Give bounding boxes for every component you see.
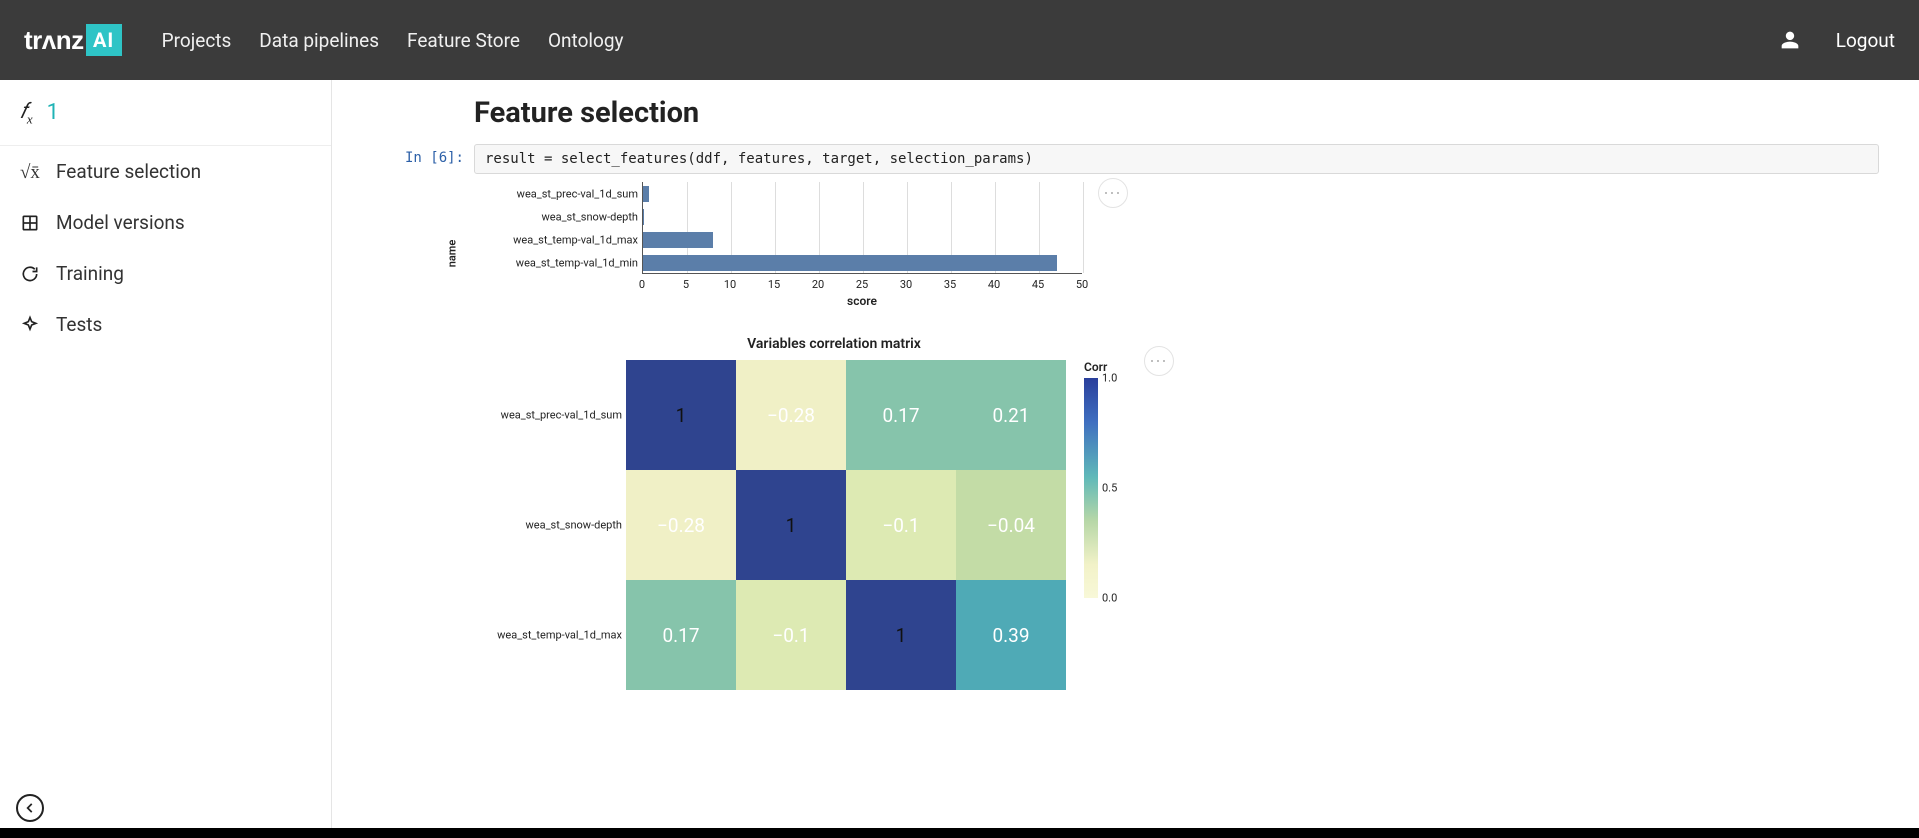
heatmap-cell: 1: [846, 580, 956, 690]
logout-link[interactable]: Logout: [1836, 29, 1895, 52]
bar-x-tick: 0: [639, 278, 645, 291]
heatmap-grid: 1−0.280.170.21−0.281−0.1−0.040.17−0.110.…: [626, 360, 1066, 690]
bar-x-axis-title: score: [847, 294, 877, 308]
bar-x-tick: 30: [900, 278, 912, 291]
heatmap-cell: −0.1: [736, 580, 846, 690]
bar-x-tick: 25: [856, 278, 868, 291]
heatmap-y-label: wea_st_temp-val_1d_max: [497, 629, 622, 642]
bar-y-label: wea_st_snow-depth: [542, 210, 639, 223]
bar-x-tick: 45: [1032, 278, 1044, 291]
code-prompt-label: In [6]:: [396, 144, 474, 174]
page-title: Feature selection: [474, 96, 1879, 130]
chevron-left-icon: [23, 801, 37, 815]
code-cell-row: In [6]: result = select_features(ddf, fe…: [396, 144, 1879, 174]
bar-x-tick: 50: [1076, 278, 1088, 291]
colorbar-label: Corr: [1084, 360, 1164, 374]
heatmap-colorbar: Corr 1.00.50.0: [1084, 360, 1164, 598]
sidebar-item-label: Training: [56, 262, 124, 285]
heatmap-cell: 1: [626, 360, 736, 470]
heatmap-cell: 0.17: [846, 360, 956, 470]
correlation-heatmap-block: ⋯ Variables correlation matrix 1−0.280.1…: [474, 336, 1879, 736]
heatmap-cell: −0.04: [956, 470, 1066, 580]
collapse-sidebar-button[interactable]: [16, 794, 44, 822]
topbar: trᴧnz AI Projects Data pipelines Feature…: [0, 0, 1919, 80]
bar-x-tick: 40: [988, 278, 1000, 291]
bar-y-axis-title: name: [445, 240, 458, 268]
bar-chart: name score 05101520253035404550wea_st_pr…: [474, 182, 1114, 312]
content: Feature selection In [6]: result = selec…: [332, 80, 1919, 838]
bar-x-tick: 20: [812, 278, 824, 291]
bar: [643, 255, 1057, 271]
nav-feature-store[interactable]: Feature Store: [407, 29, 520, 52]
heatmap-y-label: wea_st_prec-val_1d_sum: [501, 409, 622, 422]
colorbar-tick: 1.0: [1102, 372, 1117, 385]
sidebar-header: 𝑓x 1: [0, 80, 331, 146]
fx-value: 1: [47, 100, 59, 125]
bar-x-tick: 5: [683, 278, 689, 291]
main-area: 𝑓x 1 √x̄ Feature selection Model version…: [0, 80, 1919, 838]
grid-icon: [20, 213, 40, 233]
bar-x-tick: 15: [768, 278, 780, 291]
bar-y-label: wea_st_temp-val_1d_min: [516, 256, 638, 269]
heatmap-cell: 0.39: [956, 580, 1066, 690]
heatmap-cell: 0.21: [956, 360, 1066, 470]
bar-y-label: wea_st_prec-val_1d_sum: [517, 187, 638, 200]
logo[interactable]: trᴧnz AI: [24, 24, 122, 56]
sidebar-item-model-versions[interactable]: Model versions: [0, 197, 331, 248]
sidebar-item-label: Feature selection: [56, 160, 201, 183]
sidebar-item-tests[interactable]: Tests: [0, 299, 331, 350]
sqrt-icon: √x̄: [20, 162, 40, 182]
nav-data-pipelines[interactable]: Data pipelines: [259, 29, 379, 52]
heatmap-cell: −0.28: [736, 360, 846, 470]
fx-icon: 𝑓x: [20, 98, 33, 127]
bar-x-tick: 35: [944, 278, 956, 291]
sidebar-item-feature-selection[interactable]: √x̄ Feature selection: [0, 146, 331, 197]
spark-icon: [20, 315, 40, 335]
heatmap-y-label: wea_st_snow-depth: [526, 519, 623, 532]
colorbar-tick: 0.0: [1102, 592, 1117, 605]
sidebar: 𝑓x 1 √x̄ Feature selection Model version…: [0, 80, 332, 838]
bottom-strip: [0, 828, 1919, 838]
heatmap-cell: −0.28: [626, 470, 736, 580]
bar-x-tick: 10: [724, 278, 736, 291]
bar-y-label: wea_st_temp-val_1d_max: [513, 233, 638, 246]
logo-text: trᴧnz: [24, 25, 84, 56]
feature-score-chart: ⋯ name score 05101520253035404550wea_st_…: [474, 182, 1879, 312]
topbar-right: Logout: [1780, 29, 1895, 52]
bar-plot-area: [642, 182, 1082, 274]
logo-badge: AI: [86, 24, 122, 56]
heatmap-title: Variables correlation matrix: [474, 336, 1194, 352]
sidebar-item-label: Model versions: [56, 211, 185, 234]
code-cell[interactable]: result = select_features(ddf, features, …: [474, 144, 1879, 174]
top-nav: Projects Data pipelines Feature Store On…: [162, 29, 624, 52]
colorbar-gradient: 1.00.50.0: [1084, 378, 1098, 598]
sidebar-item-label: Tests: [56, 313, 102, 336]
bar: [643, 232, 713, 248]
nav-ontology[interactable]: Ontology: [548, 29, 624, 52]
bar: [643, 186, 649, 202]
heatmap-cell: 0.17: [626, 580, 736, 690]
nav-projects[interactable]: Projects: [162, 29, 232, 52]
heatmap-cell: 1: [736, 470, 846, 580]
user-icon[interactable]: [1780, 30, 1800, 50]
heatmap-cell: −0.1: [846, 470, 956, 580]
sidebar-item-training[interactable]: Training: [0, 248, 331, 299]
cycle-icon: [20, 264, 40, 284]
bar: [643, 209, 644, 225]
colorbar-tick: 0.5: [1102, 482, 1117, 495]
